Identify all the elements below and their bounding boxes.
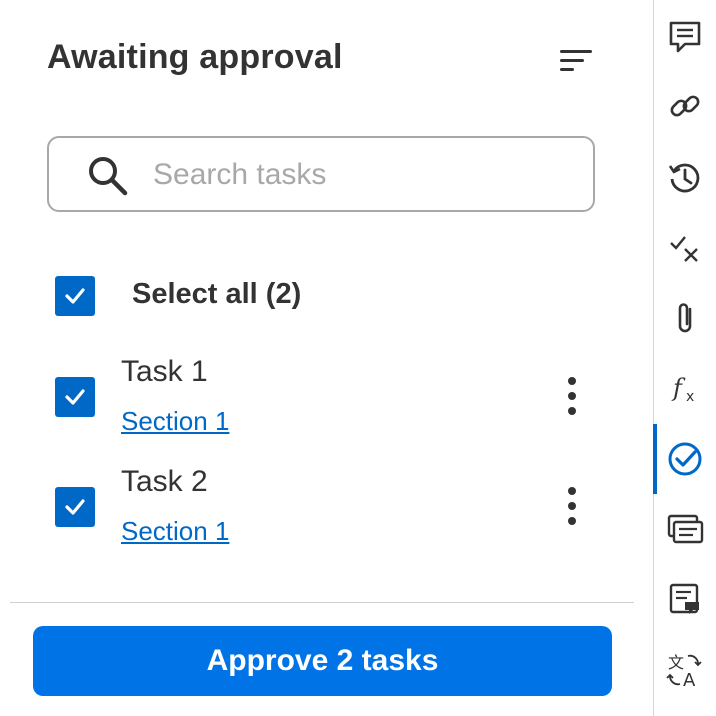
approval-icon: [668, 442, 702, 476]
task-more-button[interactable]: [560, 486, 584, 526]
sort-lines-icon: [560, 50, 592, 71]
checkmark-icon: [65, 389, 85, 405]
more-vertical-icon: [568, 377, 576, 415]
search-input[interactable]: [151, 152, 575, 198]
task-name: Task 1: [121, 355, 208, 388]
checkmark-icon: [65, 499, 85, 515]
translate-icon: 文 A: [666, 653, 702, 689]
search-icon: [89, 157, 128, 196]
select-all-label: Select all (2): [132, 278, 302, 310]
right-tool-rail: f x 文 A: [653, 0, 716, 716]
link-icon: [670, 95, 700, 117]
rail-cards[interactable]: [654, 504, 716, 554]
rail-approvals[interactable]: [654, 434, 716, 484]
rail-comments[interactable]: [654, 12, 716, 62]
rail-translate[interactable]: 文 A: [654, 645, 716, 695]
more-vertical-icon: [568, 487, 576, 525]
sort-button[interactable]: [556, 44, 596, 78]
divider: [10, 602, 634, 603]
rail-links[interactable]: [654, 81, 716, 131]
formula-icon: f x: [671, 374, 694, 405]
select-all-checkbox[interactable]: [55, 276, 95, 316]
approve-tasks-button[interactable]: Approve 2 tasks: [33, 626, 612, 696]
attachment-icon: [678, 303, 692, 333]
rail-formula[interactable]: f x: [654, 364, 716, 414]
task-section-link[interactable]: Section 1: [121, 516, 229, 547]
svg-text:A: A: [683, 670, 696, 689]
rail-check-cross[interactable]: [654, 222, 716, 272]
rail-attachments[interactable]: [654, 293, 716, 343]
rail-history[interactable]: [654, 153, 716, 203]
task-section-link[interactable]: Section 1: [121, 406, 229, 437]
search-box: [47, 136, 595, 212]
task-checkbox[interactable]: [55, 487, 95, 527]
task-more-button[interactable]: [560, 376, 584, 416]
check-cross-icon: [670, 236, 698, 262]
cards-icon: [667, 514, 704, 544]
svg-text:文: 文: [668, 653, 684, 672]
svg-text:f: f: [671, 374, 686, 402]
comment-icon: [669, 21, 701, 53]
task-name: Task 2: [121, 465, 208, 498]
rail-notes[interactable]: [654, 575, 716, 625]
note-icon: [669, 583, 699, 614]
history-icon: [668, 163, 700, 193]
task-checkbox[interactable]: [55, 377, 95, 417]
panel-title: Awaiting approval: [47, 38, 343, 76]
checkmark-icon: [65, 288, 85, 304]
svg-text:x: x: [686, 389, 694, 405]
approval-panel: Awaiting approval Select all (2) Task 1 …: [0, 0, 653, 716]
